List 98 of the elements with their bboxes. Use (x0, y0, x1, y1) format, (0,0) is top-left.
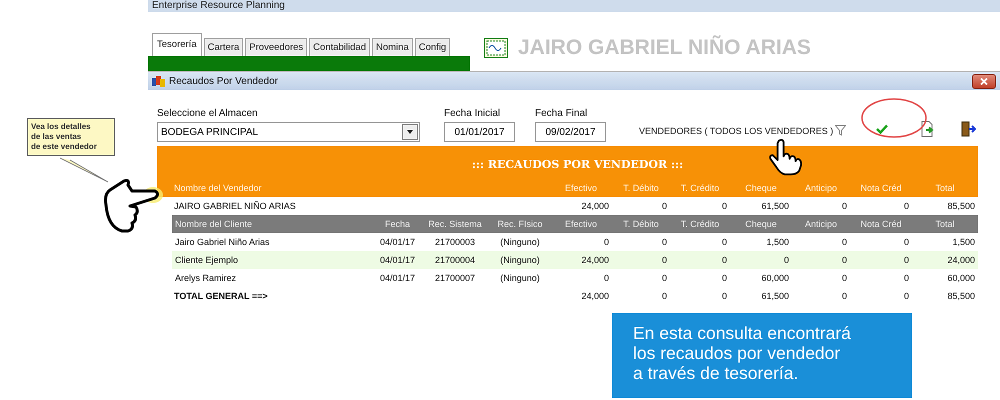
table-cell-text: 61,500 (760, 201, 790, 211)
table-cell-text: 0 (660, 273, 668, 283)
tab[interactable]: Proveedores (245, 38, 308, 56)
table-cell-text: 21700004 (434, 255, 476, 265)
info-box: En esta consulta encontrará los recaudos por vendedor a través de tesorería. (612, 313, 912, 398)
table-cell-text: 24,000 (946, 255, 976, 265)
table-cell-text: 0 (840, 201, 848, 211)
check-icon (876, 124, 888, 134)
vendor-filter[interactable]: VENDEDORES ( TODOS LOS VENDEDORES ) (639, 126, 834, 136)
filter-icon[interactable] (835, 125, 846, 136)
table-cell-text: 85,500 (946, 291, 976, 301)
table-cell-text: 04/01/17 (378, 237, 416, 247)
table-cell-text: 0 (902, 255, 910, 265)
table-cell-text: 21700007 (434, 273, 476, 283)
dropdown-arrow-icon (407, 130, 413, 134)
table-cell-text: 0 (902, 201, 910, 211)
column-header: T. Débito (622, 219, 660, 229)
column-header: Nota Créd (859, 219, 903, 229)
column-header: Anticipo (804, 219, 838, 229)
table-cell-text: 0 (720, 291, 728, 301)
table-cell-text: (Ninguno) (499, 237, 541, 247)
table-cell-text: 0 (782, 255, 790, 265)
column-header: Cheque (744, 183, 778, 193)
table-cell-text: 0 (660, 291, 668, 301)
table-cell-text: 0 (840, 273, 848, 283)
field-label: Fecha Inicial (444, 108, 502, 119)
table-cell-text: 1,500 (765, 237, 790, 247)
logo-icon (484, 38, 508, 58)
vendor-name[interactable]: JAIRO GABRIEL NIÑO ARIAS (157, 201, 550, 211)
table-cell-text: Arelys Ramirez (174, 273, 238, 283)
column-header: Efectivo (564, 183, 598, 193)
column-header: T. Crédito (680, 219, 720, 229)
table-cell-text: 0 (902, 237, 910, 247)
cursor-hand-icon (769, 138, 802, 176)
table-cell-text: Cliente Ejemplo (174, 255, 240, 265)
document-arrow-icon (921, 121, 935, 137)
column-header: T. Débito (622, 183, 660, 193)
table-cell-text: Jairo Gabriel Niño Arias (174, 237, 271, 247)
field-label: Fecha Final (535, 108, 588, 119)
highlight-ellipse (861, 98, 927, 138)
column-header: T. Crédito (680, 183, 720, 193)
almacen-select[interactable]: BODEGA PRINCIPAL (157, 122, 420, 142)
table-cell-text: (Ninguno) (499, 255, 541, 265)
date-field[interactable]: 01/01/2017 (444, 122, 515, 142)
table-cell-text: 21700003 (434, 237, 476, 247)
table-cell-text: 60,000 (760, 273, 790, 283)
tab[interactable]: Nomina (372, 38, 413, 56)
leader-line (60, 158, 108, 182)
table-cell-text: 0 (840, 237, 848, 247)
table-cell-text: 24,000 (580, 291, 610, 301)
total-label: TOTAL GENERAL ==> (173, 291, 269, 301)
column-header: Total (934, 183, 956, 193)
table-cell-text: 60,000 (946, 273, 976, 283)
table-cell-text: 24,000 (580, 201, 610, 211)
tab[interactable]: Config (414, 38, 450, 56)
table-cell-text: 0 (902, 273, 910, 283)
date-field[interactable]: 09/02/2017 (535, 122, 606, 142)
close-button[interactable] (972, 74, 996, 88)
table-cell-text: 0 (720, 255, 728, 265)
table-cell-text: 0 (602, 237, 610, 247)
table-cell-text: (Ninguno) (499, 273, 541, 283)
column-header: Cheque (744, 219, 778, 229)
table-cell-text: 04/01/17 (378, 273, 416, 283)
table-cell-text: 0 (720, 201, 728, 211)
column-header: Anticipo (804, 183, 838, 193)
table-cell-text: 24,000 (580, 255, 610, 265)
tab[interactable]: Contabilidad (309, 38, 370, 56)
column-header: Fecha (384, 219, 411, 229)
column-header: Efectivo (564, 219, 598, 229)
table-cell-text: 85,500 (946, 201, 976, 211)
table-cell-text: 0 (840, 291, 848, 301)
column-header: Total (934, 219, 956, 229)
table-cell-text: 0 (660, 255, 668, 265)
door-exit-icon (960, 121, 976, 137)
field-label: Seleccione el Almacen (157, 108, 259, 119)
window-icon (152, 76, 165, 86)
column-header: Nota Créd (859, 183, 903, 193)
table-cell-text: 0 (720, 273, 728, 283)
table-cell-text: 0 (660, 237, 668, 247)
company-name: JAIRO GABRIEL NIÑO ARIAS (518, 36, 811, 60)
column-header: Rec. Sistema (427, 219, 483, 229)
subwindow-title: Recaudos Por Vendedor (169, 76, 279, 86)
close-icon (980, 78, 988, 84)
table-cell-text: 0 (720, 237, 728, 247)
column-header: Nombre del Vendedor (173, 183, 263, 193)
table-cell-text: 61,500 (760, 291, 790, 301)
table-cell-text: 1,500 (951, 237, 976, 247)
table-cell-text: 0 (602, 273, 610, 283)
table-cell-text: 04/01/17 (378, 255, 416, 265)
report-title: ::: RECAUDOS POR VENDEDOR ::: (472, 157, 684, 173)
table-cell-text: 0 (902, 291, 910, 301)
table-cell-text: 0 (660, 201, 668, 211)
table-cell-text: 0 (840, 255, 848, 265)
tab[interactable]: Tesorería (152, 33, 202, 56)
column-header: Nombre del Cliente (174, 219, 254, 229)
window-title: Enterprise Resource Planning (151, 0, 285, 12)
tab[interactable]: Cartera (204, 38, 244, 56)
column-header: Rec. FIsico (496, 219, 544, 229)
